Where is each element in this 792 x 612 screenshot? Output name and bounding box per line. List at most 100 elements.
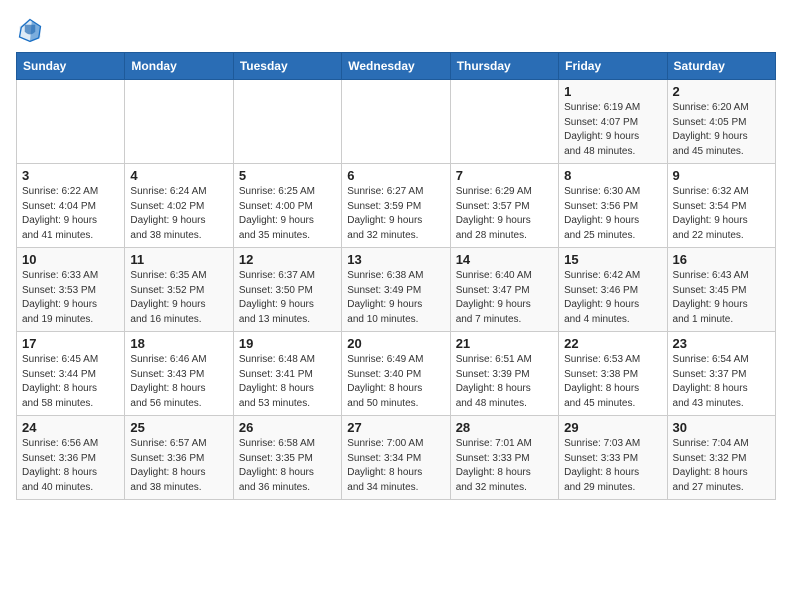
calendar-cell: [17, 80, 125, 164]
day-number: 24: [22, 420, 119, 435]
day-number: 13: [347, 252, 444, 267]
day-number: 20: [347, 336, 444, 351]
weekday-header: Thursday: [450, 53, 558, 80]
calendar-week-row: 17 Sunrise: 6:45 AM Sunset: 3:44 PM Dayli…: [17, 332, 776, 416]
page-header: [16, 16, 776, 44]
day-info: Sunrise: 6:27 AM Sunset: 3:59 PM Dayligh…: [347, 185, 444, 243]
day-number: 27: [347, 420, 444, 435]
day-info: Sunrise: 6:43 AM Sunset: 3:45 PM Dayligh…: [673, 269, 770, 327]
calendar-table: SundayMondayTuesdayWednesdayThursdayFrid…: [16, 52, 776, 500]
day-info: Sunrise: 6:32 AM Sunset: 3:54 PM Dayligh…: [673, 185, 770, 243]
day-number: 8: [564, 168, 661, 183]
calendar-cell: 12Sunrise: 6:37 AM Sunset: 3:50 PM Dayli…: [233, 248, 341, 332]
calendar-cell: 20 Sunrise: 6:49 AM Sunset: 3:40 PM Dayli…: [342, 332, 450, 416]
day-number: 30: [673, 420, 770, 435]
calendar-cell: 4Sunrise: 6:24 AM Sunset: 4:02 PM Daylig…: [125, 164, 233, 248]
day-number: 7: [456, 168, 553, 183]
day-info: Sunrise: 6:42 AM Sunset: 3:46 PM Dayligh…: [564, 269, 661, 327]
day-info: Sunrise: 6:22 AM Sunset: 4:04 PM Dayligh…: [22, 185, 119, 243]
weekday-header: Sunday: [17, 53, 125, 80]
day-info: Sunrise: 7:01 AM Sunset: 3:33 PM Dayligh…: [456, 437, 553, 495]
day-number: 2: [673, 84, 770, 99]
day-number: 9: [673, 168, 770, 183]
day-number: 25: [130, 420, 227, 435]
calendar-week-row: 3 Sunrise: 6:22 AM Sunset: 4:04 PM Daylig…: [17, 164, 776, 248]
day-info: Sunrise: 7:00 AM Sunset: 3:34 PM Dayligh…: [347, 437, 444, 495]
day-info: Sunrise: 6:24 AM Sunset: 4:02 PM Dayligh…: [130, 185, 227, 243]
calendar-cell: 23Sunrise: 6:54 AM Sunset: 3:37 PM Dayli…: [667, 332, 775, 416]
day-info: Sunrise: 6:57 AM Sunset: 3:36 PM Dayligh…: [130, 437, 227, 495]
weekday-header: Saturday: [667, 53, 775, 80]
calendar-cell: [450, 80, 558, 164]
calendar-cell: 6 Sunrise: 6:27 AM Sunset: 3:59 PM Daylig…: [342, 164, 450, 248]
day-info: Sunrise: 6:35 AM Sunset: 3:52 PM Dayligh…: [130, 269, 227, 327]
calendar-cell: 29 Sunrise: 7:03 AM Sunset: 3:33 PM Dayli…: [559, 416, 667, 500]
calendar-cell: 26 Sunrise: 6:58 AM Sunset: 3:35 PM Dayli…: [233, 416, 341, 500]
weekday-header: Wednesday: [342, 53, 450, 80]
calendar-cell: 16 Sunrise: 6:43 AM Sunset: 3:45 PM Dayli…: [667, 248, 775, 332]
calendar-week-row: 1Sunrise: 6:19 AM Sunset: 4:07 PM Daylig…: [17, 80, 776, 164]
calendar-cell: [342, 80, 450, 164]
day-info: Sunrise: 6:49 AM Sunset: 3:40 PM Dayligh…: [347, 353, 444, 411]
day-info: Sunrise: 6:38 AM Sunset: 3:49 PM Dayligh…: [347, 269, 444, 327]
day-number: 17: [22, 336, 119, 351]
calendar-cell: 17 Sunrise: 6:45 AM Sunset: 3:44 PM Dayli…: [17, 332, 125, 416]
day-number: 11: [130, 252, 227, 267]
calendar-cell: 8 Sunrise: 6:30 AM Sunset: 3:56 PM Daylig…: [559, 164, 667, 248]
calendar-cell: 9 Sunrise: 6:32 AM Sunset: 3:54 PM Daylig…: [667, 164, 775, 248]
day-number: 22: [564, 336, 661, 351]
day-number: 10: [22, 252, 119, 267]
day-number: 3: [22, 168, 119, 183]
calendar-week-row: 10 Sunrise: 6:33 AM Sunset: 3:53 PM Dayli…: [17, 248, 776, 332]
day-info: Sunrise: 6:58 AM Sunset: 3:35 PM Dayligh…: [239, 437, 336, 495]
day-number: 16: [673, 252, 770, 267]
day-info: Sunrise: 7:03 AM Sunset: 3:33 PM Dayligh…: [564, 437, 661, 495]
day-info: Sunrise: 6:56 AM Sunset: 3:36 PM Dayligh…: [22, 437, 119, 495]
weekday-header: Tuesday: [233, 53, 341, 80]
logo-icon: [16, 16, 44, 44]
day-number: 29: [564, 420, 661, 435]
calendar-cell: 28 Sunrise: 7:01 AM Sunset: 3:33 PM Dayli…: [450, 416, 558, 500]
day-info: Sunrise: 6:51 AM Sunset: 3:39 PM Dayligh…: [456, 353, 553, 411]
calendar-cell: 11 Sunrise: 6:35 AM Sunset: 3:52 PM Dayli…: [125, 248, 233, 332]
day-info: Sunrise: 6:54 AM Sunset: 3:37 PM Dayligh…: [673, 353, 770, 411]
calendar-cell: 30 Sunrise: 7:04 AM Sunset: 3:32 PM Dayli…: [667, 416, 775, 500]
weekday-header: Friday: [559, 53, 667, 80]
day-info: Sunrise: 6:20 AM Sunset: 4:05 PM Dayligh…: [673, 101, 770, 159]
day-info: Sunrise: 6:40 AM Sunset: 3:47 PM Dayligh…: [456, 269, 553, 327]
logo: [16, 16, 48, 44]
day-number: 28: [456, 420, 553, 435]
day-info: Sunrise: 6:45 AM Sunset: 3:44 PM Dayligh…: [22, 353, 119, 411]
day-info: Sunrise: 6:30 AM Sunset: 3:56 PM Dayligh…: [564, 185, 661, 243]
day-info: Sunrise: 6:53 AM Sunset: 3:38 PM Dayligh…: [564, 353, 661, 411]
calendar-cell: 3 Sunrise: 6:22 AM Sunset: 4:04 PM Daylig…: [17, 164, 125, 248]
calendar-week-row: 24 Sunrise: 6:56 AM Sunset: 3:36 PM Dayli…: [17, 416, 776, 500]
day-info: Sunrise: 6:29 AM Sunset: 3:57 PM Dayligh…: [456, 185, 553, 243]
calendar-cell: 2 Sunrise: 6:20 AM Sunset: 4:05 PM Daylig…: [667, 80, 775, 164]
day-number: 18: [130, 336, 227, 351]
day-number: 21: [456, 336, 553, 351]
calendar-cell: 14Sunrise: 6:40 AM Sunset: 3:47 PM Dayli…: [450, 248, 558, 332]
day-info: Sunrise: 6:48 AM Sunset: 3:41 PM Dayligh…: [239, 353, 336, 411]
day-number: 26: [239, 420, 336, 435]
day-info: Sunrise: 7:04 AM Sunset: 3:32 PM Dayligh…: [673, 437, 770, 495]
day-info: Sunrise: 6:33 AM Sunset: 3:53 PM Dayligh…: [22, 269, 119, 327]
day-info: Sunrise: 6:25 AM Sunset: 4:00 PM Dayligh…: [239, 185, 336, 243]
calendar-cell: 24 Sunrise: 6:56 AM Sunset: 3:36 PM Dayli…: [17, 416, 125, 500]
day-info: Sunrise: 6:46 AM Sunset: 3:43 PM Dayligh…: [130, 353, 227, 411]
day-number: 19: [239, 336, 336, 351]
calendar-cell: [233, 80, 341, 164]
calendar-cell: 25 Sunrise: 6:57 AM Sunset: 3:36 PM Dayli…: [125, 416, 233, 500]
calendar-cell: 7 Sunrise: 6:29 AM Sunset: 3:57 PM Daylig…: [450, 164, 558, 248]
day-number: 12: [239, 252, 336, 267]
day-number: 6: [347, 168, 444, 183]
calendar-cell: 27 Sunrise: 7:00 AM Sunset: 3:34 PM Dayli…: [342, 416, 450, 500]
day-info: Sunrise: 6:19 AM Sunset: 4:07 PM Dayligh…: [564, 101, 661, 159]
weekday-header: Monday: [125, 53, 233, 80]
calendar-cell: 18 Sunrise: 6:46 AM Sunset: 3:43 PM Dayli…: [125, 332, 233, 416]
calendar-cell: 10 Sunrise: 6:33 AM Sunset: 3:53 PM Dayli…: [17, 248, 125, 332]
day-number: 5: [239, 168, 336, 183]
calendar-cell: 5 Sunrise: 6:25 AM Sunset: 4:00 PM Daylig…: [233, 164, 341, 248]
calendar-cell: 1Sunrise: 6:19 AM Sunset: 4:07 PM Daylig…: [559, 80, 667, 164]
day-number: 15: [564, 252, 661, 267]
